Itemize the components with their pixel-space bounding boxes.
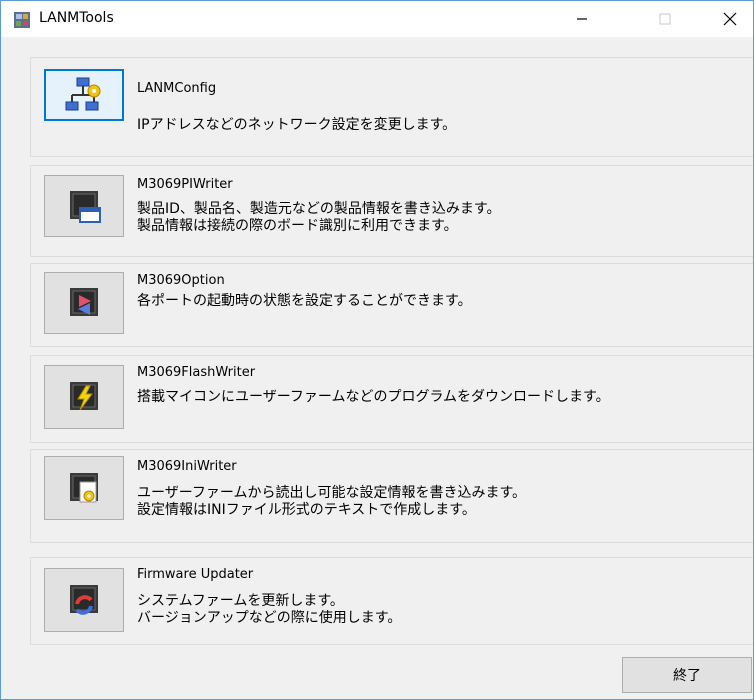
firmware-updater-button[interactable] xyxy=(44,568,124,632)
m3069flashwriter-name: M3069FlashWriter xyxy=(137,365,256,380)
lanmconfig-description: IPアドレスなどのネットワーク設定を変更します。 xyxy=(137,117,457,133)
close-button[interactable] xyxy=(707,1,753,37)
m3069piwriter-description-line-2: 製品情報は接続の際のボード識別に利用できます。 xyxy=(137,218,458,234)
network-config-icon xyxy=(65,77,101,111)
m3069flashwriter-button[interactable] xyxy=(44,365,124,429)
m3069iniwriter-description-line-1: ユーザーファームから読出し可能な設定情報を書き込みます。 xyxy=(137,485,527,501)
m3069piwriter-button[interactable] xyxy=(44,175,124,237)
lanmconfig-name: LANMConfig xyxy=(137,81,217,96)
tool-group-lanmconfig xyxy=(30,57,753,157)
chip-card-icon xyxy=(70,191,101,223)
m3069option-description: 各ポートの起動時の状態を設定することができます。 xyxy=(137,293,472,309)
m3069option-name: M3069Option xyxy=(137,273,225,288)
close-icon xyxy=(723,12,737,26)
chip-update-icon xyxy=(70,585,98,615)
m3069iniwriter-name: M3069IniWriter xyxy=(137,459,237,474)
maximize-button[interactable] xyxy=(642,1,688,37)
chip-ports-icon xyxy=(70,288,98,316)
minimize-icon xyxy=(577,18,587,20)
m3069option-button[interactable] xyxy=(44,272,124,334)
firmware-updater-name: Firmware Updater xyxy=(137,567,254,582)
minimize-button[interactable] xyxy=(559,1,605,37)
m3069iniwriter-description-line-2: 設定情報はINIファイル形式のテキストで作成します。 xyxy=(137,502,476,518)
lanmtools-window: LANMTools LANMConfig IPアドレスなどのネットワーク設定を変… xyxy=(0,0,754,700)
chip-flash-icon xyxy=(70,382,98,411)
m3069piwriter-description-line-1: 製品ID、製品名、製造元などの製品情報を書き込みます。 xyxy=(137,201,501,217)
exit-button[interactable]: 終了 xyxy=(622,657,752,693)
m3069iniwriter-button[interactable] xyxy=(44,456,124,520)
app-icon xyxy=(13,11,31,29)
firmware-updater-description-line-1: システムファームを更新します。 xyxy=(137,593,344,609)
window-title: LANMTools xyxy=(39,10,114,26)
m3069piwriter-name: M3069PIWriter xyxy=(137,177,233,192)
firmware-updater-description-line-2: バージョンアップなどの際に使用します。 xyxy=(137,610,402,626)
m3069flashwriter-description: 搭載マイコンにユーザーファームなどのプログラムをダウンロードします。 xyxy=(137,389,610,405)
title-bar[interactable]: LANMTools xyxy=(1,1,753,37)
lanmconfig-button[interactable] xyxy=(44,69,124,121)
maximize-icon xyxy=(659,13,671,25)
chip-settings-icon xyxy=(70,473,98,503)
